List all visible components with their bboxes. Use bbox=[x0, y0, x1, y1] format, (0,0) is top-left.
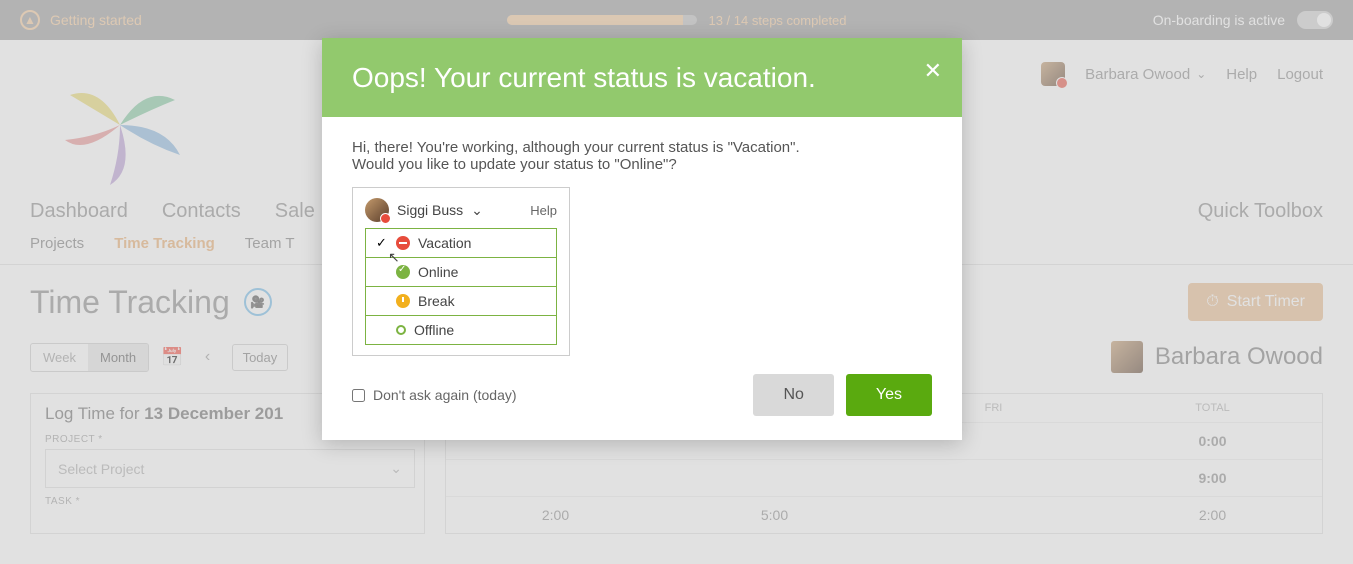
check-icon: ✓ bbox=[376, 235, 388, 251]
status-label: Online bbox=[418, 264, 458, 280]
status-label: Offline bbox=[414, 322, 454, 338]
status-item-online[interactable]: Online bbox=[366, 258, 556, 287]
help-link[interactable]: Help bbox=[530, 203, 557, 218]
status-label: Vacation bbox=[418, 235, 471, 251]
dont-ask-label: Don't ask again (today) bbox=[373, 387, 517, 403]
status-item-break[interactable]: Break bbox=[366, 287, 556, 316]
yes-button[interactable]: Yes bbox=[846, 374, 932, 416]
status-dot-vacation-icon bbox=[396, 236, 410, 250]
modal-footer: Don't ask again (today) No Yes bbox=[322, 374, 962, 440]
status-item-offline[interactable]: Offline bbox=[366, 316, 556, 344]
status-item-vacation[interactable]: ✓ Vacation ↖ bbox=[366, 229, 556, 258]
status-list: ✓ Vacation ↖ Online Break bbox=[365, 228, 557, 345]
status-dot-offline-icon bbox=[396, 325, 406, 335]
modal-body: Hi, there! You're working, although your… bbox=[322, 117, 962, 374]
status-label: Break bbox=[418, 293, 455, 309]
modal-header: Oops! Your current status is vacation. ✕ bbox=[322, 38, 962, 117]
modal-title: Oops! Your current status is vacation. bbox=[352, 60, 932, 95]
modal-line2: Would you like to update your status to … bbox=[352, 156, 932, 173]
chevron-down-icon: ⌄ bbox=[471, 202, 483, 219]
status-modal: Oops! Your current status is vacation. ✕… bbox=[322, 38, 962, 440]
status-user-name: Siggi Buss bbox=[397, 202, 463, 218]
dont-ask-input[interactable] bbox=[352, 389, 365, 402]
status-preview-box: Siggi Buss ⌄ Help ✓ Vacation ↖ Online bbox=[352, 187, 570, 356]
close-icon[interactable]: ✕ bbox=[924, 58, 942, 84]
dont-ask-checkbox[interactable]: Don't ask again (today) bbox=[352, 387, 517, 403]
modal-line1: Hi, there! You're working, although your… bbox=[352, 139, 932, 156]
status-dot-break-icon bbox=[396, 294, 410, 308]
status-dot-online-icon bbox=[396, 265, 410, 279]
status-user-row[interactable]: Siggi Buss ⌄ Help bbox=[365, 198, 557, 222]
no-button[interactable]: No bbox=[753, 374, 833, 416]
avatar bbox=[365, 198, 389, 222]
